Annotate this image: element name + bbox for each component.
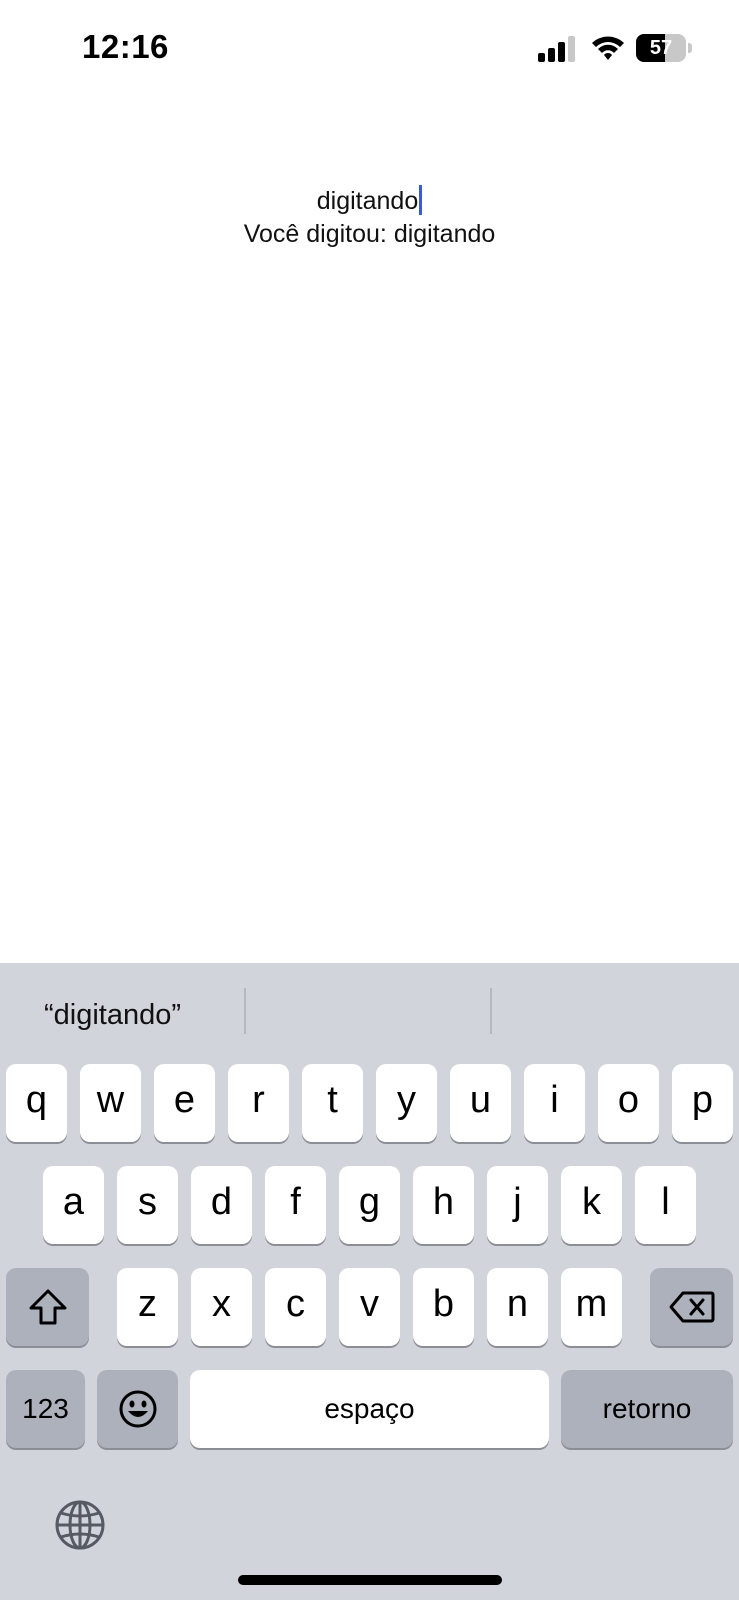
key-e[interactable]: e xyxy=(154,1064,215,1142)
key-s[interactable]: s xyxy=(117,1166,178,1244)
key-j[interactable]: j xyxy=(487,1166,548,1244)
key-x[interactable]: x xyxy=(191,1268,252,1346)
battery-icon: 57 xyxy=(636,34,692,62)
return-key[interactable]: retorno xyxy=(561,1370,733,1448)
key-m[interactable]: m xyxy=(561,1268,622,1346)
emoji-key[interactable] xyxy=(97,1370,178,1448)
key-w[interactable]: w xyxy=(80,1064,141,1142)
key-d[interactable]: d xyxy=(191,1166,252,1244)
emoji-icon xyxy=(119,1390,156,1428)
key-q[interactable]: q xyxy=(6,1064,67,1142)
key-a[interactable]: a xyxy=(43,1166,104,1244)
numbers-key[interactable]: 123 xyxy=(6,1370,85,1448)
space-key[interactable]: espaço xyxy=(190,1370,549,1448)
key-v[interactable]: v xyxy=(339,1268,400,1346)
suggestion-1[interactable]: “digitando” xyxy=(44,993,181,1037)
app-content: digitando Você digitou: digitando xyxy=(0,185,739,251)
key-u[interactable]: u xyxy=(450,1064,511,1142)
key-n[interactable]: n xyxy=(487,1268,548,1346)
shift-key[interactable] xyxy=(6,1268,89,1346)
text-input[interactable]: digitando xyxy=(0,185,739,218)
wifi-icon xyxy=(592,36,624,60)
key-b[interactable]: b xyxy=(413,1268,474,1346)
key-l[interactable]: l xyxy=(635,1166,696,1244)
suggestion-3[interactable] xyxy=(500,993,730,1037)
suggestion-divider xyxy=(244,988,246,1034)
key-k[interactable]: k xyxy=(561,1166,622,1244)
backspace-key[interactable] xyxy=(650,1268,733,1346)
key-g[interactable]: g xyxy=(339,1166,400,1244)
suggestion-2[interactable] xyxy=(256,993,480,1037)
suggestion-bar: “digitando” xyxy=(0,963,739,1063)
battery-level: 57 xyxy=(649,37,673,59)
backspace-icon xyxy=(669,1291,714,1323)
key-r[interactable]: r xyxy=(228,1064,289,1142)
text-caret xyxy=(419,185,423,216)
globe-icon[interactable] xyxy=(54,1499,106,1551)
key-y[interactable]: y xyxy=(376,1064,437,1142)
status-bar: 12:16 57 xyxy=(0,0,739,100)
key-h[interactable]: h xyxy=(413,1166,474,1244)
keyboard: “digitando” q w e r t y u i o p a s d f … xyxy=(0,963,739,1600)
key-z[interactable]: z xyxy=(117,1268,178,1346)
key-f[interactable]: f xyxy=(265,1166,326,1244)
home-indicator xyxy=(238,1575,502,1585)
shift-icon xyxy=(29,1289,66,1325)
text-input-value[interactable]: digitando xyxy=(317,185,418,218)
key-o[interactable]: o xyxy=(598,1064,659,1142)
status-time: 12:16 xyxy=(82,28,169,65)
key-c[interactable]: c xyxy=(265,1268,326,1346)
echo-text: Você digitou: digitando xyxy=(243,220,496,248)
suggestion-divider xyxy=(490,988,492,1034)
key-p[interactable]: p xyxy=(672,1064,733,1142)
cellular-signal-icon xyxy=(538,36,575,62)
key-i[interactable]: i xyxy=(524,1064,585,1142)
key-t[interactable]: t xyxy=(302,1064,363,1142)
